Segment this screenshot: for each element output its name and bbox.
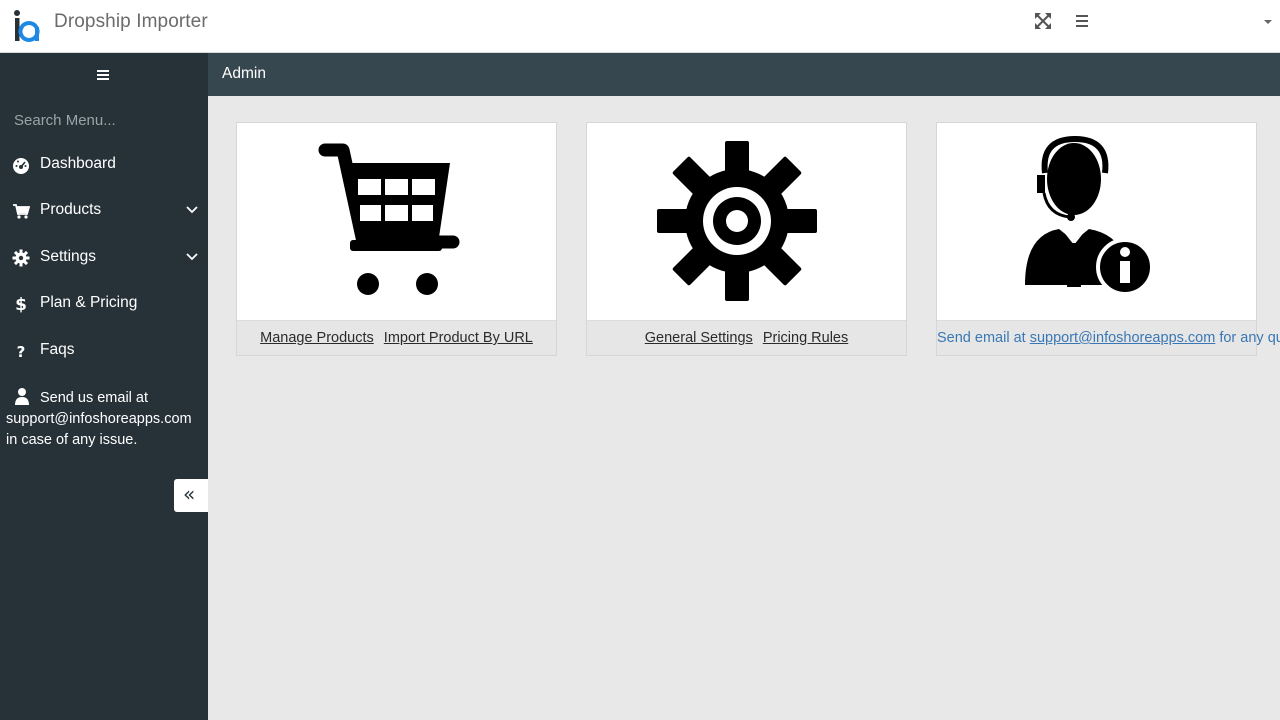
svg-text:$: $ [15, 295, 27, 313]
app-title: Dropship Importer [54, 11, 208, 32]
card-products-footer: Manage Products Import Product By URL [237, 320, 556, 355]
question-icon: ? [17, 343, 26, 360]
dollar-icon: $ [15, 295, 27, 313]
card-support: Send email at support@infoshoreapps.com … [936, 122, 1280, 356]
dashboard-icon [13, 158, 29, 174]
shopping-cart-icon [318, 143, 460, 295]
support-note-text: Send us email at support@infoshoreapps.c… [6, 390, 192, 448]
card-settings: General Settings Pricing Rules [586, 122, 907, 356]
breadcrumb-bar: Admin [208, 53, 1280, 96]
user-dropdown-caret-icon[interactable] [1263, 18, 1273, 26]
svg-text:?: ? [17, 343, 26, 360]
sidebar-support-note: Send us email at support@infoshoreapps.c… [6, 387, 202, 451]
general-settings-link[interactable]: General Settings [645, 330, 753, 346]
breadcrumb-current: Admin [222, 65, 266, 82]
card-support-footer: Send email at support@infoshoreapps.com … [937, 320, 1280, 355]
pricing-rules-link[interactable]: Pricing Rules [763, 330, 848, 346]
sidebar-item-label: Products [40, 201, 102, 218]
sidebar-item-dashboard[interactable]: Dashboard [0, 148, 208, 182]
chevron-down-icon [186, 253, 198, 261]
app-logo-icon[interactable] [12, 9, 42, 43]
import-product-by-url-link[interactable]: Import Product By URL [384, 330, 533, 346]
collapse-sidebar-button[interactable]: « [174, 479, 208, 512]
sidebar-item-label: Settings [40, 248, 97, 265]
fullscreen-icon[interactable] [1034, 12, 1052, 30]
support-suffix-text: for any query [1219, 330, 1280, 346]
sidebar: Dashboard Products Settings [0, 53, 208, 720]
user-icon [15, 388, 29, 405]
menu-icon[interactable] [1074, 12, 1090, 30]
sidebar-item-settings[interactable]: Settings [0, 241, 208, 275]
card-products: Manage Products Import Product By URL [236, 122, 557, 356]
cart-icon [13, 204, 30, 219]
sidebar-item-label: Faqs [40, 341, 75, 358]
settings-gear-icon [657, 141, 817, 301]
sidebar-item-label: Dashboard [40, 155, 116, 172]
double-chevron-left-icon: « [183, 482, 196, 506]
sidebar-toggle-icon[interactable] [96, 68, 110, 82]
card-settings-footer: General Settings Pricing Rules [587, 320, 906, 355]
sidebar-item-products[interactable]: Products [0, 194, 208, 228]
top-navbar: Dropship Importer [0, 0, 1280, 53]
gear-icon [12, 249, 30, 267]
chevron-down-icon [186, 206, 198, 214]
sidebar-item-plan-pricing[interactable]: $ Plan & Pricing [0, 287, 208, 321]
support-email-link[interactable]: support@infoshoreapps.com [1030, 330, 1216, 346]
sidebar-item-label: Plan & Pricing [40, 294, 138, 311]
sidebar-search-input[interactable] [8, 108, 198, 132]
support-prefix-text: Send email at [937, 330, 1026, 346]
manage-products-link[interactable]: Manage Products [260, 330, 374, 346]
support-agent-info-icon [1025, 135, 1154, 296]
sidebar-item-faqs[interactable]: ? Faqs [0, 334, 208, 368]
